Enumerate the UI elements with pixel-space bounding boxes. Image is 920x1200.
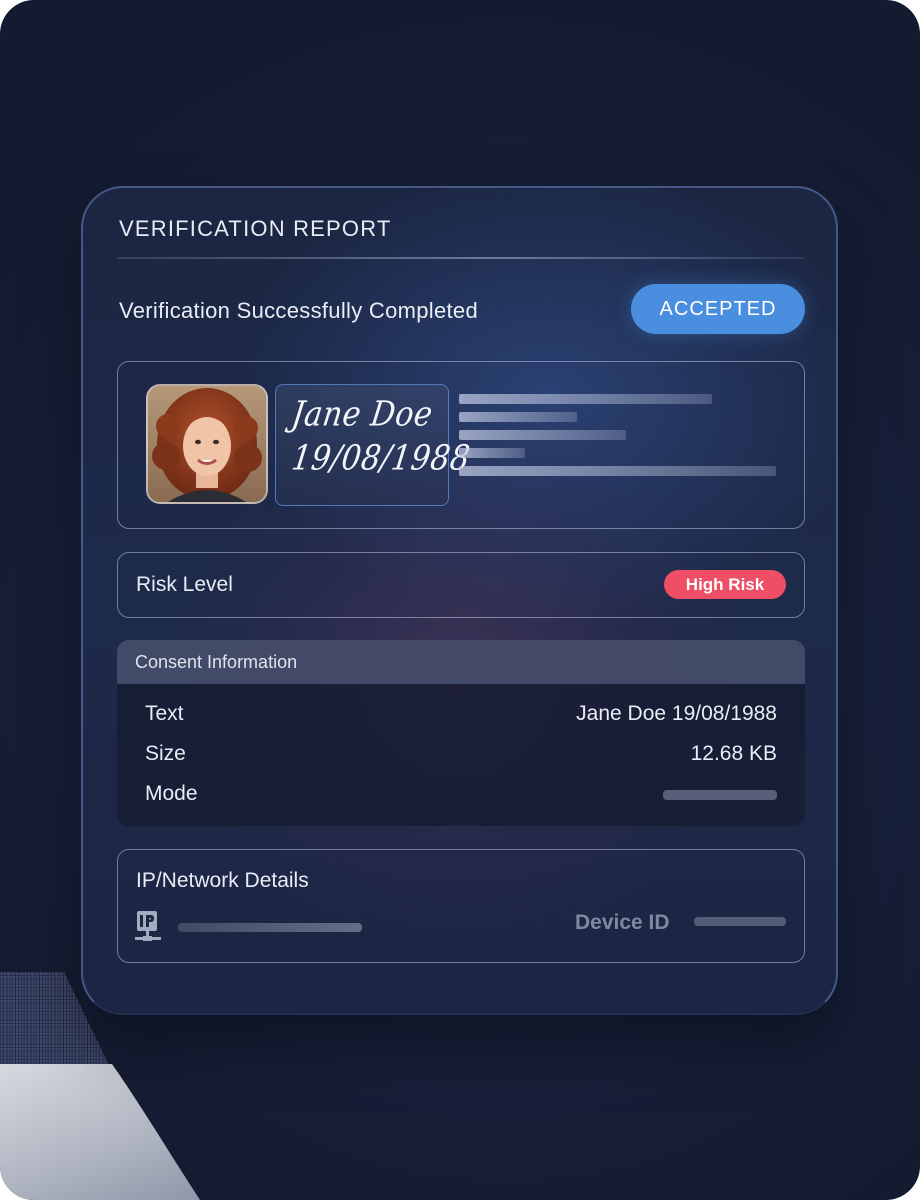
ip-network-icon [135,911,161,941]
signature-date: 19/08/1988 [289,438,473,479]
risk-level-label: Risk Level [136,573,233,596]
redacted-line [459,448,525,458]
consent-row-label: Size [145,742,186,765]
consent-title: Consent Information [135,652,298,672]
accepted-badge[interactable]: ACCEPTED [631,284,805,334]
consent-row-label: Text [145,702,184,725]
consent-header: Consent Information [117,640,805,684]
avatar-photo [148,386,266,502]
redacted-ip-address [178,923,362,932]
verification-report-card: VERIFICATION REPORT Verification Success… [81,186,838,1015]
decorative-corner-shape [0,1064,220,1200]
redacted-line [459,466,776,476]
device-id-label: Device ID [575,911,670,934]
redacted-line [459,394,712,404]
title-divider [117,257,805,259]
consent-row-label: Mode [145,782,198,805]
risk-level-row: Risk Level High Risk [117,552,805,618]
high-risk-badge[interactable]: High Risk [664,570,786,599]
consent-row-value: Jane Doe 19/08/1988 [576,702,777,725]
consent-row-value: 12.68 KB [690,742,777,765]
signature-name: Jane Doe [289,394,436,435]
report-title: VERIFICATION REPORT [119,216,392,241]
redacted-device-id [694,917,786,926]
redacted-mode-value [663,790,777,800]
app-frame: VERIFICATION REPORT Verification Success… [0,0,920,1200]
redacted-line [459,430,626,440]
avatar [146,384,268,504]
status-text: Verification Successfully Completed [119,298,478,323]
redacted-line [459,412,577,422]
signature-card: Jane Doe 19/08/1988 [275,384,473,506]
consent-information-panel: Consent Information Text Jane Doe 19/08/… [117,640,805,826]
network-title: IP/Network Details [136,869,309,892]
id-summary-box: Jane Doe 19/08/1988 [117,361,805,529]
network-details-box: IP/Network Details Device ID [117,849,805,963]
